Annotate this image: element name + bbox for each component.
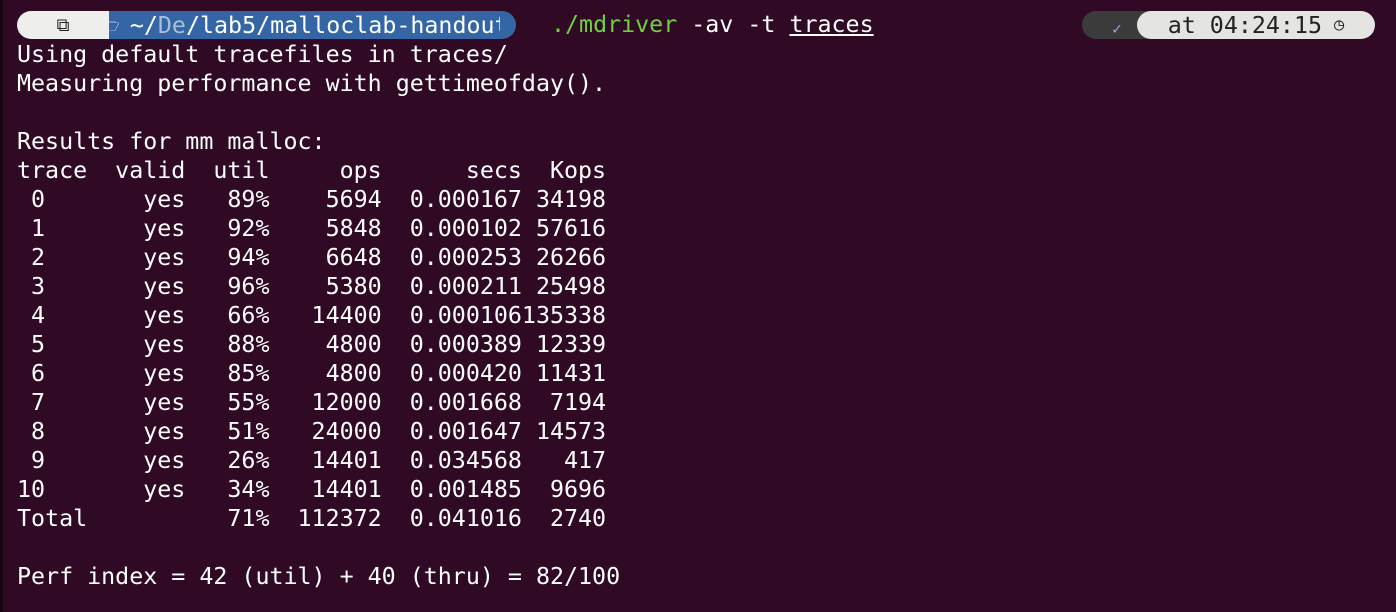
- table-total: Total 71% 112372 0.041016 2740: [17, 505, 607, 532]
- window-edge: [0, 0, 3, 612]
- path-abbrev: De: [157, 11, 186, 39]
- table-row: 8 yes 51% 24000 0.001647 14573: [17, 418, 607, 445]
- table-row: 4 yes 66% 14400 0.000106135338: [17, 302, 607, 329]
- table-row: 0 yes 89% 5694 0.000167 34198: [17, 186, 607, 213]
- table-row: 5 yes 88% 4800 0.000389 12339: [17, 331, 607, 358]
- command-arg: traces: [789, 11, 874, 38]
- terminal-window[interactable]: 🗁 ~/De/lab5/malloclab-handout ⧉ ./mdrive…: [0, 0, 1396, 612]
- perf-index: Perf index = 42 (util) + 40 (thru) = 82/…: [17, 563, 621, 590]
- prompt-path-arrow: [500, 11, 514, 39]
- check-icon: ✓: [1112, 18, 1122, 38]
- table-row: 3 yes 96% 5380 0.000211 25498: [17, 273, 607, 300]
- table-row: 10 yes 34% 14401 0.001485 9696: [17, 476, 607, 503]
- table-row: 9 yes 26% 14401 0.034568 417: [17, 447, 607, 474]
- output-line: Using default tracefiles in traces/: [17, 41, 508, 68]
- prompt-time: at 04:24:15: [1167, 11, 1323, 39]
- clock-icon: ◷: [1334, 14, 1345, 35]
- output-line: Measuring performance with gettimeofday(…: [17, 70, 607, 97]
- table-header: trace valid util ops secs Kops: [17, 157, 607, 184]
- command-name: ./mdriver: [551, 11, 678, 38]
- results-header: Results for mm malloc:: [17, 128, 326, 155]
- os-icon: ⧉: [56, 14, 70, 36]
- table-row: 2 yes 94% 6648 0.000253 26266: [17, 244, 607, 271]
- command-flags: -av -t: [677, 11, 790, 38]
- path-home: ~/: [129, 11, 158, 39]
- table-row: 1 yes 92% 5848 0.000102 57616: [17, 215, 607, 242]
- table-row: 7 yes 55% 12000 0.001668 7194: [17, 389, 607, 416]
- prompt-path-segment: 🗁 ~/De/lab5/malloclab-handout: [88, 11, 516, 39]
- prompt-time-segment: at 04:24:15 ◷: [1137, 11, 1375, 39]
- path-rest: /lab5/malloclab-handout: [185, 11, 509, 39]
- table-row: 6 yes 85% 4800 0.000420 11431: [17, 360, 607, 387]
- command-line[interactable]: ./mdriver -av -t traces: [551, 11, 874, 39]
- prompt-os-segment: ⧉: [17, 11, 109, 39]
